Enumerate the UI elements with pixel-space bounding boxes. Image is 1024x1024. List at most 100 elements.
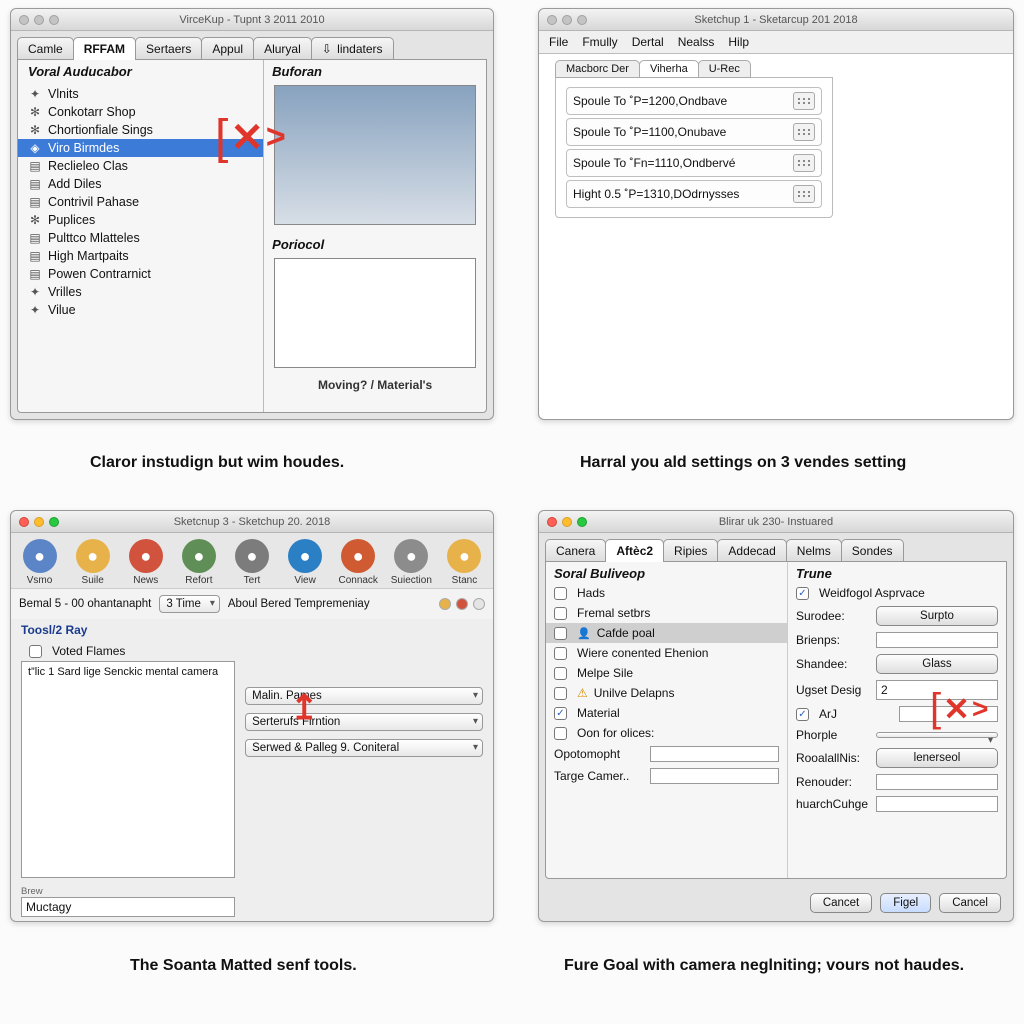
- subtab-2[interactable]: U-Rec: [698, 60, 751, 78]
- tree-item[interactable]: ✻Conkotarr Shop: [18, 103, 263, 121]
- checkbox-icon[interactable]: ✓: [796, 587, 809, 600]
- tab-nelms[interactable]: Nelms: [786, 539, 842, 562]
- menu-fmully[interactable]: Fmully: [582, 35, 617, 49]
- checkbox-icon[interactable]: [554, 587, 567, 600]
- grip-icon[interactable]: [793, 123, 815, 141]
- checkbox-icon[interactable]: [29, 645, 42, 658]
- textfield[interactable]: [899, 706, 998, 722]
- tool-suiection[interactable]: ●Suiection: [391, 539, 432, 586]
- left-item[interactable]: 👤Cafde poal: [546, 623, 787, 643]
- textfield[interactable]: [876, 796, 998, 812]
- tree-item[interactable]: ▤Powen Contrarnict: [18, 265, 263, 283]
- textfield[interactable]: [876, 632, 998, 648]
- tab-aftèc2[interactable]: Aftèc2: [605, 539, 664, 562]
- menu-file[interactable]: File: [549, 35, 568, 49]
- left-item[interactable]: ⚠Unilve Delapns: [546, 683, 787, 703]
- checkbox-icon[interactable]: [554, 647, 567, 660]
- tab-appul[interactable]: Appul: [201, 37, 254, 60]
- bottom-textfield[interactable]: Muctagy: [21, 897, 235, 917]
- checkbox-icon[interactable]: [554, 627, 567, 640]
- tree-item[interactable]: ✻Puplices: [18, 211, 263, 229]
- dialog-button-cancet[interactable]: Cancet: [810, 893, 872, 913]
- textfield[interactable]: 2: [876, 680, 998, 700]
- tree-item[interactable]: ▤Contrivil Pahase: [18, 193, 263, 211]
- tab-aluryal[interactable]: Aluryal: [253, 37, 312, 60]
- tree-item[interactable]: ▤High Martpaits: [18, 247, 263, 265]
- tree-item[interactable]: ✦Vrilles: [18, 283, 263, 301]
- left-item[interactable]: Wiere conented Ehenion: [546, 643, 787, 663]
- menu-hilp[interactable]: Hilp: [728, 35, 749, 49]
- tab-camle[interactable]: Camle: [17, 37, 74, 60]
- tool-refort[interactable]: ●Refort: [178, 539, 219, 586]
- textfield[interactable]: [876, 774, 998, 790]
- traffic-lights[interactable]: [547, 517, 587, 527]
- left-item[interactable]: Hads: [546, 583, 787, 603]
- tool-view[interactable]: ●View: [285, 539, 326, 586]
- tool-tert[interactable]: ●Tert: [231, 539, 272, 586]
- menu-nealss[interactable]: Nealss: [678, 35, 715, 49]
- small-button[interactable]: lenerseol: [876, 748, 998, 768]
- tool-vsmo[interactable]: ●Vsmo: [19, 539, 60, 586]
- checkbox-icon[interactable]: [554, 607, 567, 620]
- left-item[interactable]: Fremal setbrs: [546, 603, 787, 623]
- small-button[interactable]: Glass: [876, 654, 998, 674]
- tree-view[interactable]: t”lic 1 Sard lige Senckic mental camera: [21, 661, 235, 878]
- tool-stanc[interactable]: ●Stanc: [444, 539, 485, 586]
- left-field-row: Targe Camer..: [546, 765, 787, 787]
- tree-item[interactable]: ✦Vilue: [18, 301, 263, 319]
- tab-sertaers[interactable]: Sertaers: [135, 37, 202, 60]
- left-item[interactable]: Oon for olices:: [546, 723, 787, 743]
- time-combo[interactable]: 3 Time: [159, 595, 220, 613]
- grip-icon[interactable]: [793, 92, 815, 110]
- tab-rffam[interactable]: RFFAM: [73, 37, 136, 60]
- bottom-link[interactable]: Moving? / Material's: [264, 372, 486, 398]
- combo[interactable]: Malin. Pames: [245, 687, 483, 705]
- grip-icon[interactable]: [793, 154, 815, 172]
- checkbox-icon[interactable]: [554, 727, 567, 740]
- option-row[interactable]: Spoule To ˚P=1200,Ondbave: [566, 87, 822, 115]
- checkbox-icon[interactable]: [554, 667, 567, 680]
- tool-suile[interactable]: ●Suile: [72, 539, 113, 586]
- tab-sondes[interactable]: Sondes: [841, 539, 904, 562]
- option-row[interactable]: Spoule To ˚Fn=1110,Ondbervé: [566, 149, 822, 177]
- option-row[interactable]: Spoule To ˚P=1100,Onubave: [566, 118, 822, 146]
- checkbox-icon[interactable]: [554, 687, 567, 700]
- tree-item[interactable]: ▤Add Diles: [18, 175, 263, 193]
- small-button[interactable]: Surpto: [876, 606, 998, 626]
- tool-connack[interactable]: ●Connack: [338, 539, 379, 586]
- tree-list: ✦Vlnits✻Conkotarr Shop✻Chortionfiale Sin…: [18, 81, 263, 323]
- combo[interactable]: Serterufs Firntion: [245, 713, 483, 731]
- tree-item[interactable]: ✦Vlnits: [18, 85, 263, 103]
- tab-addecad[interactable]: Addecad: [717, 539, 786, 562]
- checkbox-icon[interactable]: ✓: [554, 707, 567, 720]
- tree-item[interactable]: ◈Viro Birmdes: [18, 139, 263, 157]
- combo[interactable]: Serwed & Palleg 9. Coniteral: [245, 739, 483, 757]
- textfield[interactable]: [650, 746, 779, 762]
- bullet-icon: ▤: [28, 159, 42, 173]
- tab-lindaters[interactable]: ⇩ lindaters: [311, 37, 394, 60]
- menu-dertal[interactable]: Dertal: [632, 35, 664, 49]
- option-row[interactable]: Hight 0.5 ˚P=1310,DOdrnysses: [566, 180, 822, 208]
- tab-canera[interactable]: Canera: [545, 539, 606, 562]
- traffic-lights[interactable]: [547, 15, 587, 25]
- tree-item[interactable]: ✻Chortionfiale Sings: [18, 121, 263, 139]
- left-item[interactable]: ✓Material: [546, 703, 787, 723]
- check-voted[interactable]: Voted Flames: [21, 641, 235, 661]
- traffic-lights[interactable]: [19, 517, 59, 527]
- textfield[interactable]: [650, 768, 779, 784]
- tab-ripies[interactable]: Ripies: [663, 539, 718, 562]
- dialog-button-figel[interactable]: Figel: [880, 893, 931, 913]
- tree-item[interactable]: ▤Pulttco Mlatteles: [18, 229, 263, 247]
- traffic-lights[interactable]: [19, 15, 59, 25]
- tree-item[interactable]: ▤Reclieleo Clas: [18, 157, 263, 175]
- right-row: RooalallNis:lenerseol: [788, 745, 1006, 771]
- tool-news[interactable]: ●News: [125, 539, 166, 586]
- combo[interactable]: [876, 732, 998, 738]
- dialog-button-cancel[interactable]: Cancel: [939, 893, 1001, 913]
- left-item[interactable]: Melpe Sile: [546, 663, 787, 683]
- subtab-0[interactable]: Macborc Der: [555, 60, 640, 78]
- grip-icon[interactable]: [793, 185, 815, 203]
- checkbox-icon[interactable]: ✓: [796, 708, 809, 721]
- bullet-icon: ✻: [28, 123, 42, 137]
- subtab-1[interactable]: Viherha: [639, 60, 699, 78]
